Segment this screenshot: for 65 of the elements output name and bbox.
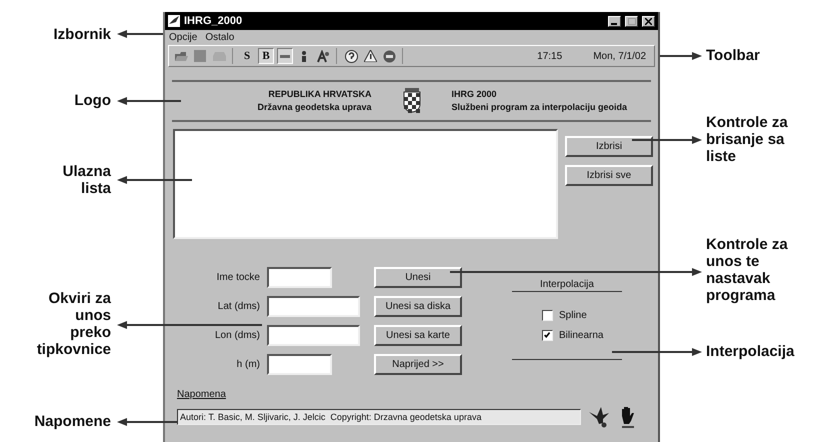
callout-label: Interpolacija xyxy=(706,343,796,360)
input-field[interactable] xyxy=(267,354,332,375)
toolbar-button[interactable] xyxy=(362,48,378,64)
callout-label: Kontrole za brisanje sa liste xyxy=(706,114,789,165)
input-field[interactable] xyxy=(267,296,360,317)
menu-item[interactable]: Opcije xyxy=(169,32,198,42)
toolbar-button[interactable]: B xyxy=(258,48,274,64)
input-list[interactable] xyxy=(173,129,558,239)
field-label: Lon (dms) xyxy=(214,330,260,341)
field-label: Ime tocke xyxy=(216,272,260,283)
callout-label: Izbornik xyxy=(53,26,111,43)
callout-label: Kontrole za unos te nastavak programa xyxy=(706,236,789,304)
stop-icon xyxy=(382,50,396,62)
note-label: Napomena xyxy=(177,389,226,400)
clock-time: 17:15 xyxy=(537,50,562,62)
toolbar-button[interactable] xyxy=(381,48,397,64)
toolbar-button[interactable]: S xyxy=(239,48,255,64)
callout-label: Toolbar xyxy=(706,47,761,64)
header-text: Službeni program za interpolaciju geoida xyxy=(452,101,628,114)
note-field[interactable]: Autori: T. Basic, M. Sljivaric, J. Jelcic Copyright: Drzavna geodetska uprava xyxy=(177,409,581,425)
callout-label: Okviri za unos preko tipkovnice xyxy=(36,290,111,358)
shield-icon xyxy=(402,88,422,114)
toolbar-button[interactable] xyxy=(277,48,293,64)
checkbox-label: Spline xyxy=(559,310,587,321)
toolbar-button[interactable] xyxy=(315,48,331,64)
help-icon xyxy=(344,50,358,62)
delete-button[interactable]: Izbrisi sve xyxy=(565,165,653,186)
header-text: IHRG 2000 xyxy=(452,88,498,101)
close-button[interactable] xyxy=(642,16,655,26)
close-icon xyxy=(645,18,652,24)
dash-icon xyxy=(280,54,290,58)
checkbox[interactable] xyxy=(542,310,553,321)
callout-label: Napomene xyxy=(34,413,111,430)
field-label: Lat (dms) xyxy=(216,301,260,312)
arrow xyxy=(632,136,702,144)
warning-icon xyxy=(364,50,376,62)
callout-label: Ulazna lista xyxy=(62,163,111,197)
header-text: REPUBLIKA HRVATSKA xyxy=(267,88,372,101)
callout-label: Logo xyxy=(74,92,111,109)
header-text: Državna geodetska uprava xyxy=(256,101,372,114)
action-button[interactable]: Naprijed >> xyxy=(374,354,462,375)
minimize-button[interactable] xyxy=(608,16,621,26)
action-button[interactable]: Unesi xyxy=(374,267,462,288)
arrow xyxy=(117,97,181,105)
checkbox[interactable] xyxy=(542,330,553,341)
arrow xyxy=(660,52,702,60)
action-button[interactable]: Unesi sa diska xyxy=(374,296,462,317)
input-field[interactable] xyxy=(267,325,360,346)
checkbox-label: Bilinearna xyxy=(559,330,604,341)
folder-icon xyxy=(174,50,188,62)
field-label: h (m) xyxy=(236,359,260,370)
toolbar-button[interactable] xyxy=(343,48,359,64)
date-text: Mon, 7/1/02 xyxy=(593,50,646,62)
arrow xyxy=(117,418,178,426)
hand-icon xyxy=(619,406,637,428)
delete-button[interactable]: Izbrisi xyxy=(565,136,653,157)
window-title: IHRG_2000 xyxy=(184,15,244,27)
menu-item[interactable]: Ostalo xyxy=(205,32,234,42)
input-field[interactable] xyxy=(267,267,332,288)
square-icon xyxy=(194,50,206,62)
action-button[interactable]: Unesi sa karte xyxy=(374,325,462,346)
group-title: Interpolacija xyxy=(512,279,622,292)
maximize-icon xyxy=(628,18,636,24)
arrow xyxy=(117,30,163,38)
maximize-button[interactable] xyxy=(625,16,638,26)
